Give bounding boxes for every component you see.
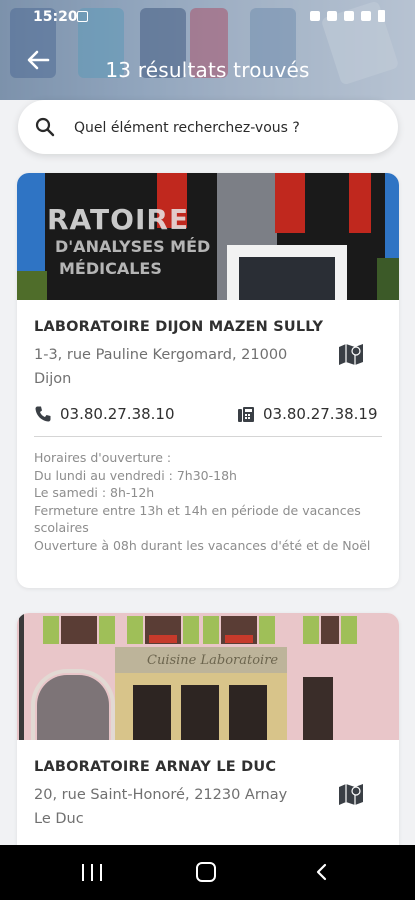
fax-icon xyxy=(238,407,254,422)
search-icon xyxy=(35,117,55,137)
alarm-icon xyxy=(310,11,320,21)
lab-photo: RATOIRE D'ANALYSES MÉD MÉDICALES xyxy=(17,173,399,300)
hours-line: Fermeture entre 13h et 14h en période de… xyxy=(34,502,361,536)
photo-sign-text: D'ANALYSES MÉD xyxy=(55,237,211,256)
search-input[interactable] xyxy=(72,115,376,141)
home-button[interactable] xyxy=(196,862,216,882)
battery-icon xyxy=(378,10,385,22)
hours-line: Le samedi : 8h-12h xyxy=(34,485,155,500)
lab-address: 20, rue Saint-Honoré, 21230 Arnay Le Duc xyxy=(34,787,288,827)
phone-number[interactable]: 03.80.27.38.10 xyxy=(60,405,175,423)
lab-address: 1-3, rue Pauline Kergomard, 21000 Dijon xyxy=(34,347,288,387)
photo-sign-text: Cuisine Laboratoire xyxy=(147,653,279,668)
header: 15:20 13 résultats trouvés xyxy=(0,0,415,100)
wifi-icon xyxy=(344,11,354,21)
image-notification-icon xyxy=(77,11,88,22)
system-back-button[interactable] xyxy=(313,863,331,881)
system-nav-bar xyxy=(0,845,415,900)
photo-sign-text: RATOIRE xyxy=(47,203,190,236)
signal-icon xyxy=(361,11,371,21)
contact-row: 03.80.27.38.10 03.80.27.38.19 xyxy=(34,403,384,427)
page-title: 13 résultats trouvés xyxy=(105,58,310,82)
hours-line: Horaires d'ouverture : xyxy=(34,450,172,465)
mute-icon xyxy=(327,11,337,21)
status-icons xyxy=(310,10,385,22)
opening-hours: Horaires d'ouverture : Du lundi au vendr… xyxy=(34,449,384,554)
lab-name: LABORATOIRE DIJON MAZEN SULLY xyxy=(34,319,324,335)
hours-line: Ouverture à 08h durant les vacances d'ét… xyxy=(34,537,371,553)
status-bar: 15:20 xyxy=(0,0,415,34)
recent-apps-button[interactable] xyxy=(82,864,102,881)
result-card[interactable]: RATOIRE D'ANALYSES MÉD MÉDICALES LABORAT… xyxy=(17,173,399,588)
search-bar[interactable] xyxy=(18,100,398,154)
photo-sign-text: MÉDICALES xyxy=(59,259,162,278)
phone-icon xyxy=(35,406,51,422)
map-icon[interactable] xyxy=(338,782,364,806)
divider xyxy=(34,436,382,437)
hours-line: Du lundi au vendredi : 7h30-18h xyxy=(34,467,237,483)
lab-photo: Cuisine Laboratoire xyxy=(17,613,399,740)
fax-number: 03.80.27.38.19 xyxy=(263,405,378,423)
status-time: 15:20 xyxy=(33,9,78,25)
result-card[interactable]: Cuisine Laboratoire LABORATOIRE ARNAY LE… xyxy=(17,613,399,873)
lab-name: LABORATOIRE ARNAY LE DUC xyxy=(34,759,277,775)
map-icon[interactable] xyxy=(338,342,364,366)
